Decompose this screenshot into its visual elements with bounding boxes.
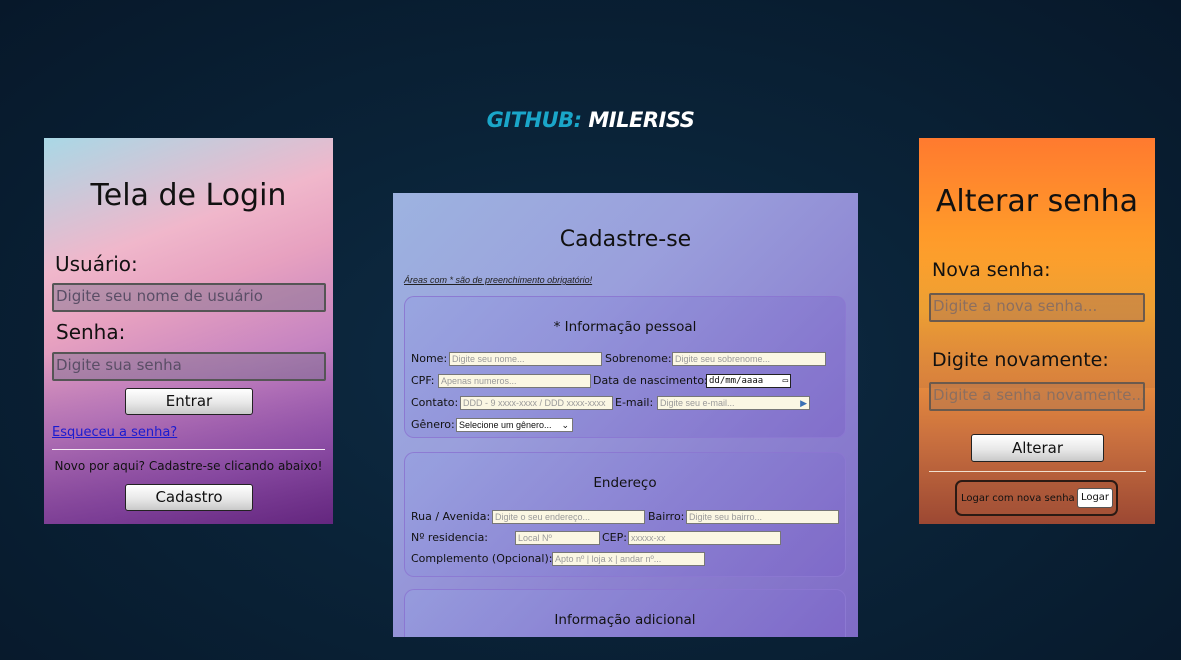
forgot-password-link[interactable]: Esqueceu a senha? [52, 425, 177, 440]
github-key: GITHUB: [486, 108, 582, 132]
password-input[interactable]: Digite sua senha [52, 352, 326, 381]
address-title: Endereço [593, 475, 657, 491]
password-label: Senha: [56, 320, 126, 344]
complement-input[interactable]: Apto nº | loja x | andar nº... [552, 552, 705, 566]
github-credit: GITHUB: MILERISS [0, 108, 1181, 132]
login-button[interactable]: Logar [1077, 488, 1113, 508]
email-placeholder: Digite seu e-mail... [660, 398, 735, 408]
gender-selected: Selecione um gênero... [459, 420, 552, 430]
birthdate-value: dd/mm/aaaa [709, 376, 764, 386]
register-panel: Cadastre-se Áreas com * são de preenchim… [393, 193, 858, 637]
gender-select[interactable]: Selecione um gênero... ⌄ [456, 418, 573, 432]
birthdate-label: Data de nascimento: [593, 374, 708, 387]
district-input[interactable]: Digite seu bairro... [686, 510, 839, 524]
cep-label: CEP: [602, 531, 627, 544]
contact-label: Contato: [411, 396, 459, 409]
username-label: Usuário: [55, 252, 138, 276]
change-title: Alterar senha [935, 184, 1139, 219]
change-button[interactable]: Alterar [971, 434, 1104, 462]
new-password-label: Nova senha: [932, 259, 1051, 281]
birthdate-input[interactable]: dd/mm/aaaa ▭ [706, 374, 791, 388]
cep-input[interactable]: xxxxx-xx [628, 531, 781, 545]
surname-input[interactable]: Digite seu sobrenome... [672, 352, 826, 366]
additional-info-card: Informação adicional [404, 589, 846, 637]
cpf-label: CPF: [411, 374, 435, 387]
name-label: Nome: [411, 352, 448, 365]
username-input[interactable]: Digite seu nome de usuário [52, 283, 326, 312]
login-title: Tela de Login [90, 178, 287, 213]
login-new-password-text: Logar com nova senha [961, 493, 1075, 504]
email-label: E-mail: [615, 396, 654, 409]
contact-input[interactable]: DDD - 9 xxxx-xxxx / DDD xxxx-xxxx [460, 396, 613, 410]
github-user: MILERISS [588, 108, 695, 132]
login-new-password-box: Logar com nova senha Logar [955, 480, 1118, 516]
chevron-down-icon: ⌄ [561, 420, 569, 430]
enter-button[interactable]: Entrar [125, 388, 253, 415]
divider [929, 471, 1146, 472]
house-number-input[interactable]: Local Nº [515, 531, 600, 545]
personal-info-card: * Informação pessoal Nome: Digite seu no… [404, 296, 846, 438]
autofill-icon[interactable]: ▶ [800, 397, 807, 409]
register-title: Cadastre-se [559, 227, 692, 252]
complement-label: Complemento (Opcional): [411, 552, 553, 565]
confirm-password-input[interactable]: Digite a senha novamente... [929, 382, 1145, 411]
login-panel: Tela de Login Usuário: Digite seu nome d… [44, 138, 333, 524]
new-password-input[interactable]: Digite a nova senha... [929, 293, 1145, 322]
confirm-password-label: Digite novamente: [932, 349, 1109, 371]
street-label: Rua / Avenida: [411, 510, 491, 523]
address-card: Endereço Rua / Avenida: Digite o seu end… [404, 452, 846, 577]
surname-label: Sobrenome: [605, 352, 672, 365]
cpf-input[interactable]: Apenas numeros... [438, 374, 591, 388]
additional-info-title: Informação adicional [554, 612, 696, 628]
new-user-text: Novo por aqui? Cadastre-se clicando abai… [54, 459, 323, 473]
street-input[interactable]: Digite o seu endereço... [492, 510, 645, 524]
house-number-label: Nº residencia: [411, 531, 489, 544]
personal-info-title: * Informação pessoal [553, 319, 697, 335]
divider [52, 449, 325, 450]
register-button[interactable]: Cadastro [125, 484, 253, 511]
email-input[interactable]: Digite seu e-mail... ▶ [657, 396, 810, 410]
calendar-icon[interactable]: ▭ [783, 375, 788, 387]
name-input[interactable]: Digite seu nome... [449, 352, 602, 366]
gender-label: Gênero: [411, 418, 455, 431]
change-password-panel: Alterar senha Nova senha: Digite a nova … [919, 138, 1155, 524]
required-note: Áreas com * são de preenchimento obrigat… [404, 275, 593, 285]
district-label: Bairro: [648, 510, 685, 523]
